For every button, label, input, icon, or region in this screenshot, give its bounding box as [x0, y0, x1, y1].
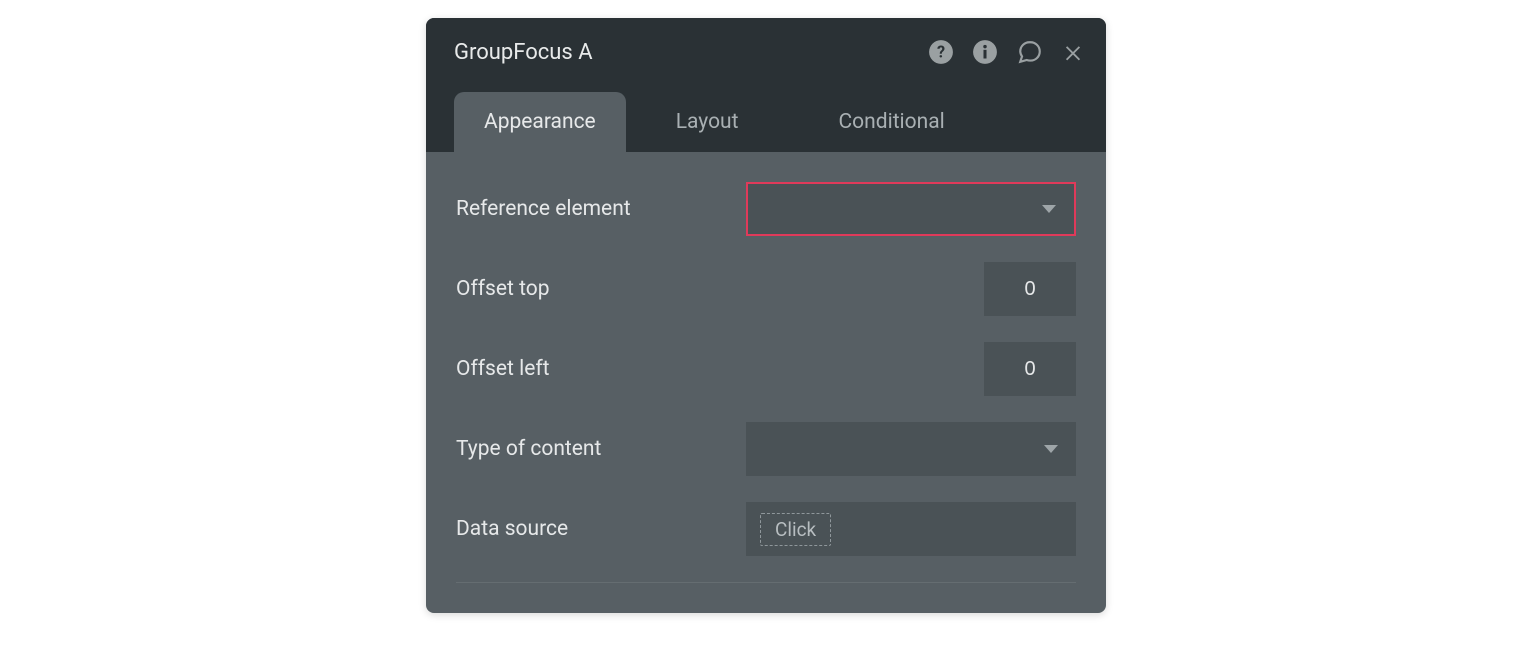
header-icon-group: ? — [928, 39, 1084, 65]
label-offset-top: Offset top — [456, 277, 550, 301]
row-type-of-content: Type of content — [456, 422, 1076, 476]
row-offset-top: Offset top — [456, 262, 1076, 316]
section-divider — [456, 582, 1076, 583]
tab-layout[interactable]: Layout — [626, 92, 789, 152]
panel-title: GroupFocus A — [454, 40, 593, 65]
label-offset-left: Offset left — [456, 357, 550, 381]
label-type-of-content: Type of content — [456, 437, 601, 461]
close-icon[interactable] — [1062, 41, 1084, 63]
tabs-bar: Appearance Layout Conditional — [426, 86, 1106, 152]
row-data-source: Data source Click — [456, 502, 1076, 556]
panel-header: GroupFocus A ? — [426, 18, 1106, 86]
tab-conditional[interactable]: Conditional — [789, 92, 995, 152]
dropdown-type-of-content[interactable] — [746, 422, 1076, 476]
svg-text:?: ? — [937, 42, 945, 61]
info-icon[interactable] — [972, 39, 998, 65]
label-data-source: Data source — [456, 517, 568, 541]
dropdown-reference-element[interactable] — [746, 182, 1076, 236]
comment-icon[interactable] — [1016, 39, 1044, 65]
chevron-down-icon — [1044, 445, 1058, 453]
offset-left-wrap — [746, 342, 1076, 396]
input-offset-top[interactable] — [984, 262, 1076, 316]
panel-body: Reference element Offset top Offset left… — [426, 152, 1106, 613]
data-source-box[interactable]: Click — [746, 502, 1076, 556]
tab-appearance[interactable]: Appearance — [454, 92, 626, 152]
click-chip[interactable]: Click — [760, 513, 831, 546]
offset-top-wrap — [746, 262, 1076, 316]
chevron-down-icon — [1042, 205, 1056, 213]
help-icon[interactable]: ? — [928, 39, 954, 65]
input-offset-left[interactable] — [984, 342, 1076, 396]
row-offset-left: Offset left — [456, 342, 1076, 396]
property-panel: GroupFocus A ? Appearance Layout Conditi… — [426, 18, 1106, 613]
row-reference-element: Reference element — [456, 182, 1076, 236]
label-reference-element: Reference element — [456, 197, 631, 221]
